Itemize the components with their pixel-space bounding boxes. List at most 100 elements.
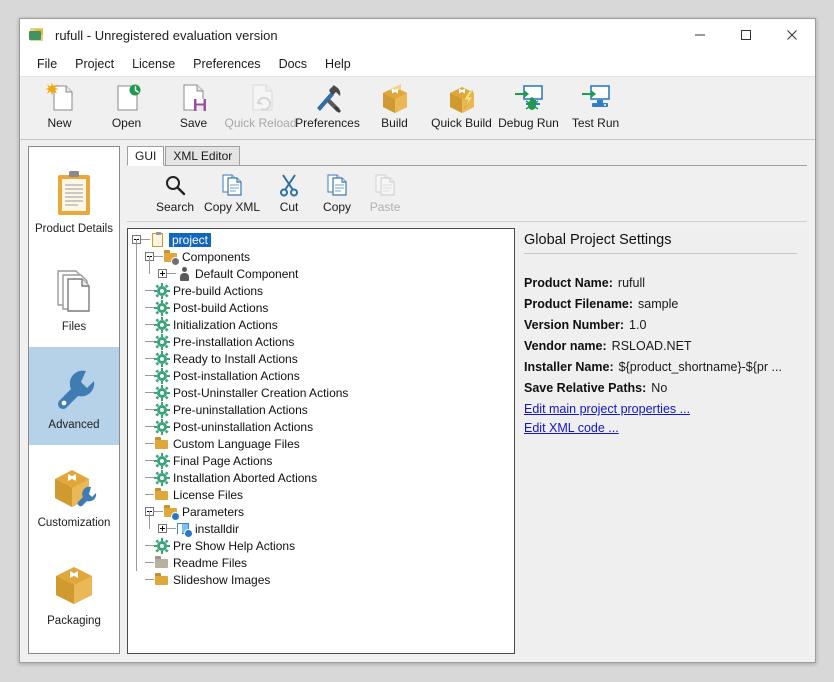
toolbar-button-build[interactable]: Build [361, 77, 428, 135]
minimize-icon[interactable] [677, 19, 723, 51]
toolbar-button-preferences[interactable]: Preferences [294, 77, 361, 135]
menu-item-docs[interactable]: Docs [270, 54, 316, 74]
tree-node-ready-to-install-actions[interactable]: Ready to Install Actions [128, 341, 514, 367]
tree-label: Pre Show Help Actions [173, 538, 296, 553]
box-wrench-icon [50, 459, 98, 515]
menu-item-project[interactable]: Project [66, 54, 123, 74]
sidebar-item-packaging[interactable]: Packaging [29, 543, 119, 641]
field-key: Product Filename: [524, 297, 634, 311]
settings-panel: Global Project Settings Product Name: ruf… [516, 228, 807, 654]
sidebar-item-files[interactable]: Files [29, 249, 119, 347]
tree-node-post-uninstallation-actions[interactable]: Post-uninstallation Actions [128, 409, 514, 435]
editor-button-cut[interactable]: Cut [265, 169, 313, 219]
field-version-number: Version Number: 1.0 [524, 318, 797, 332]
editor-button-copy-xml[interactable]: Copy XML [199, 169, 265, 219]
tree-node-pre-installation-actions[interactable]: Pre-installation Actions [128, 324, 514, 350]
tree-node-pre-uninstallation-actions[interactable]: Pre-uninstallation Actions [128, 392, 514, 418]
maximize-icon[interactable] [723, 19, 769, 51]
toolbar-label-quick-reload: Quick Reload [224, 116, 297, 130]
sidebar-label-product-details: Product Details [35, 223, 113, 235]
folder-icon [154, 436, 170, 452]
tree-label: Post-uninstallation Actions [173, 419, 314, 434]
toolbar-button-quick-reload[interactable]: Quick Reload [224, 77, 297, 135]
tree-node-pre-show-help-actions[interactable]: Pre Show Help Actions [128, 528, 514, 554]
tree-node-components[interactable]: Components [128, 239, 514, 266]
tree-node-final-page-actions[interactable]: Final Page Actions [128, 443, 514, 469]
menu-bar: File Project License Preferences Docs He… [20, 51, 815, 77]
menu-item-file[interactable]: File [28, 54, 66, 74]
sidebar-label-files: Files [61, 321, 87, 333]
toolbar-button-new[interactable]: New [26, 77, 93, 135]
link-edit-main-project-properties[interactable]: Edit main project properties ... [524, 402, 797, 416]
scissors-icon [278, 171, 300, 199]
toolbar-button-test-run[interactable]: Test Run [562, 77, 629, 135]
new-document-icon [44, 81, 76, 115]
project-tree[interactable]: project Components Default Component Pre… [127, 228, 515, 654]
menu-item-license[interactable]: License [123, 54, 184, 74]
tree-node-slideshow-images[interactable]: Slideshow Images [128, 562, 514, 588]
tree-label: Post-Uninstaller Creation Actions [173, 385, 349, 400]
main-toolbar: New Open Save Quick Reload Preferences B… [20, 77, 815, 140]
toolbar-button-debug-run[interactable]: Debug Run [495, 77, 562, 135]
expander-plus-icon[interactable] [158, 524, 167, 533]
editor-label-copy-xml: Copy XML [204, 200, 261, 214]
expander-plus-icon[interactable] [158, 269, 167, 278]
field-vendor-name: Vendor name: RSLOAD.NET [524, 339, 797, 353]
tree-label: Components [182, 249, 251, 264]
sidebar-item-advanced[interactable]: Advanced [29, 347, 119, 445]
tree-node-post-uninstaller-creation-actions[interactable]: Post-Uninstaller Creation Actions [128, 375, 514, 401]
paste-icon [374, 171, 396, 199]
tree-label: Pre-installation Actions [173, 334, 295, 349]
gear-icon [154, 401, 170, 418]
editor-button-copy[interactable]: Copy [313, 169, 361, 219]
sidebar-item-customization[interactable]: Customization [29, 445, 119, 543]
editor-button-search[interactable]: Search [151, 169, 199, 219]
clipboard-icon [150, 231, 166, 248]
sidebar: Product Details Files Advanced Customiza… [28, 146, 120, 654]
tree-node-parameters[interactable]: Parameters [128, 494, 514, 521]
editor-label-search: Search [156, 200, 195, 214]
tree-node-license-files[interactable]: License Files [128, 477, 514, 503]
tree-node-project[interactable]: project [128, 231, 514, 248]
tree-label: Pre-uninstallation Actions [173, 402, 308, 417]
save-disk-icon [178, 81, 210, 115]
tree-node-default-component[interactable]: Default Component [128, 256, 514, 282]
toolbar-label-debug-run: Debug Run [498, 116, 559, 130]
gear-icon [154, 299, 170, 316]
box-icon [379, 81, 411, 115]
open-document-icon [111, 81, 143, 115]
reload-icon [245, 81, 277, 115]
tree-label: project [169, 232, 212, 247]
tree-node-post-build-actions[interactable]: Post-build Actions [128, 290, 514, 316]
menu-item-help[interactable]: Help [316, 54, 360, 74]
field-key: Product Name: [524, 276, 613, 290]
panes: project Components Default Component Pre… [127, 222, 807, 654]
close-icon[interactable] [769, 19, 815, 51]
field-save-relative-paths: Save Relative Paths: No [524, 381, 797, 395]
menu-item-preferences[interactable]: Preferences [184, 54, 269, 74]
editor-button-paste[interactable]: Paste [361, 169, 409, 219]
field-value: RSLOAD.NET [611, 339, 692, 353]
gear-icon [154, 452, 170, 469]
copy-icon [326, 171, 348, 199]
tab-xml-editor[interactable]: XML Editor [165, 146, 241, 165]
tree-node-installdir[interactable]: installdir [128, 511, 514, 538]
tree-node-post-installation-actions[interactable]: Post-installation Actions [128, 358, 514, 384]
folder-param-icon [163, 504, 180, 521]
toolbar-button-quick-build[interactable]: Quick Build [428, 77, 495, 135]
tree-node-pre-build-actions[interactable]: Pre-build Actions [128, 273, 514, 299]
tab-gui[interactable]: GUI [127, 146, 165, 166]
editor-label-paste: Paste [369, 200, 401, 214]
panel-title: Global Project Settings [524, 232, 797, 254]
tree-node-installation-aborted-actions[interactable]: Installation Aborted Actions [128, 460, 514, 486]
link-edit-xml-code[interactable]: Edit XML code ... [524, 421, 797, 435]
toolbar-button-open[interactable]: Open [93, 77, 160, 135]
field-key: Version Number: [524, 318, 625, 332]
toolbar-button-save[interactable]: Save [160, 77, 227, 135]
sidebar-item-product-details[interactable]: Product Details [29, 151, 119, 249]
body-row: Product Details Files Advanced Customiza… [20, 140, 815, 662]
tree-node-custom-language-files[interactable]: Custom Language Files [128, 426, 514, 452]
field-product-filename: Product Filename: sample [524, 297, 797, 311]
tree-node-initialization-actions[interactable]: Initialization Actions [128, 307, 514, 333]
tree-node-readme-files[interactable]: Readme Files [128, 545, 514, 571]
